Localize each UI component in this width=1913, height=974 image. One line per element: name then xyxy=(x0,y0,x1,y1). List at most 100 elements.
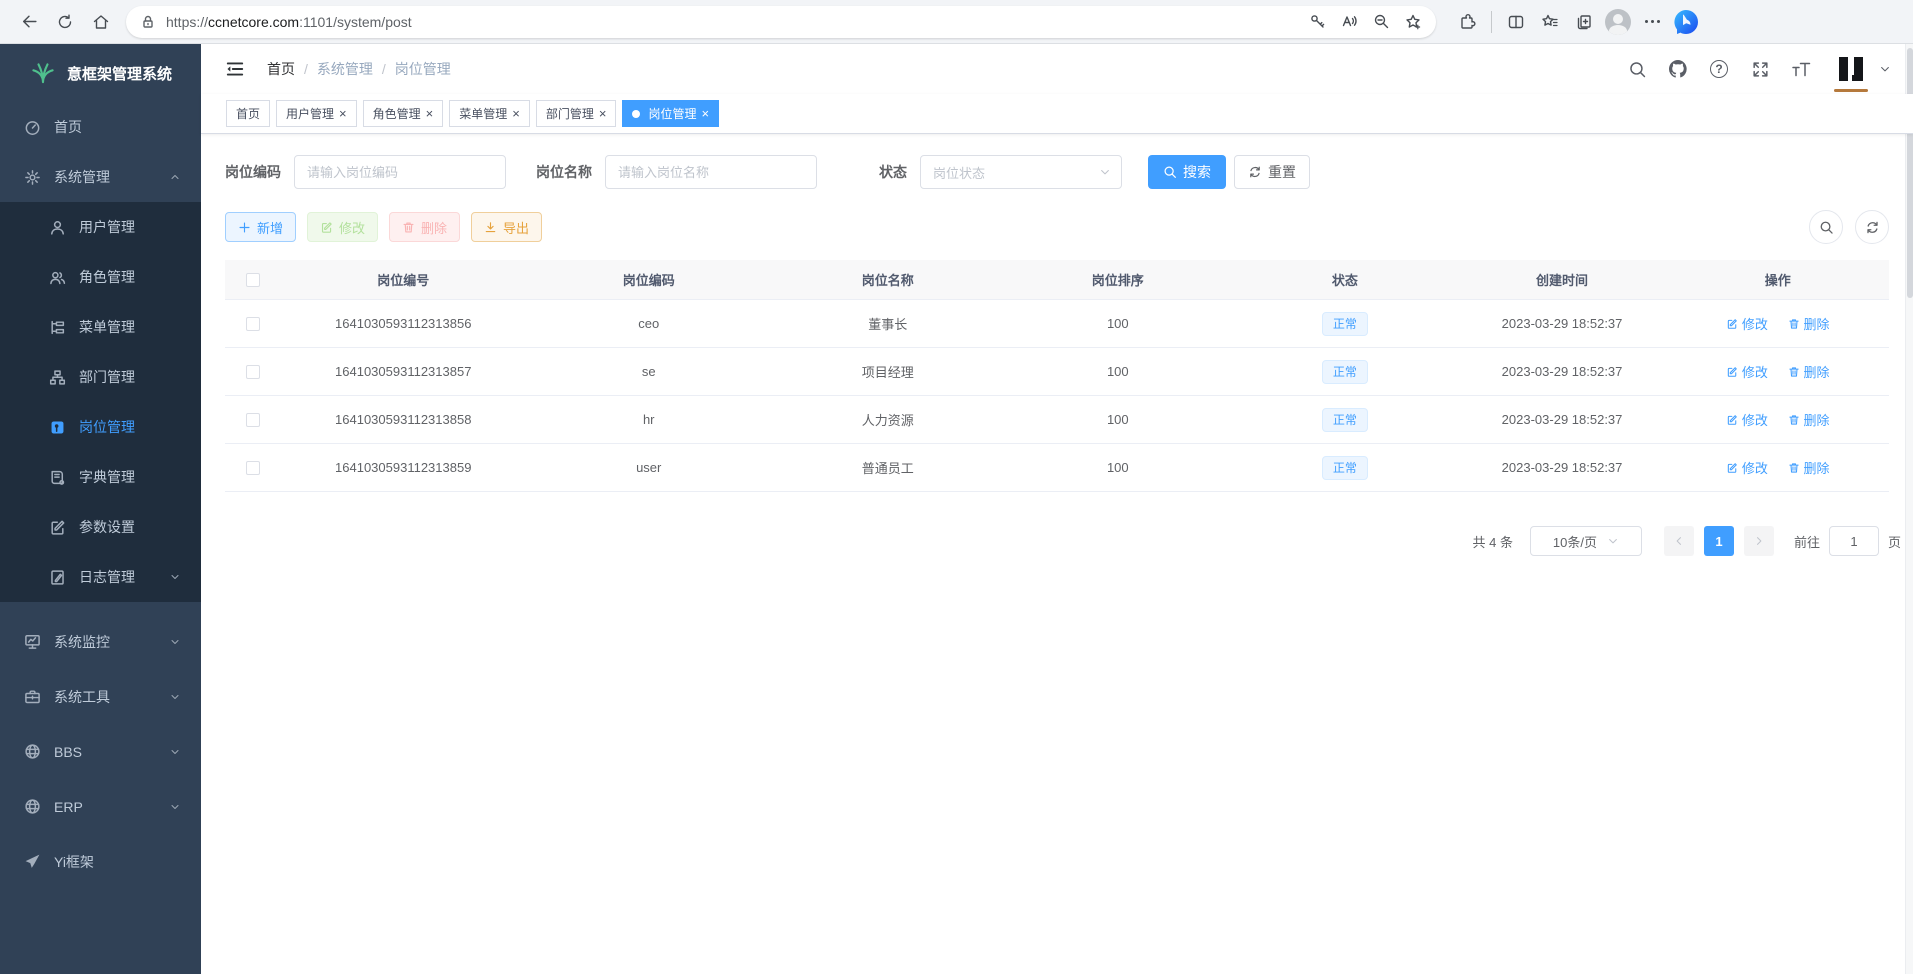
github-icon[interactable] xyxy=(1668,59,1688,79)
sidebar-item-dictionary-management[interactable]: 字典管理 xyxy=(0,452,201,502)
tab-menu-management[interactable]: 菜单管理× xyxy=(449,100,530,127)
toggle-search-button[interactable] xyxy=(1809,210,1843,244)
font-size-icon[interactable] xyxy=(1791,59,1811,79)
trash-icon xyxy=(1788,414,1800,426)
chevron-down-icon xyxy=(1099,166,1111,178)
sidebar-item-yi-framework[interactable]: Yi框架 xyxy=(0,834,201,889)
browser-home-button[interactable] xyxy=(84,5,118,39)
select-all-checkbox[interactable] xyxy=(246,273,260,287)
row-checkbox[interactable] xyxy=(246,317,260,331)
app-logo[interactable]: 意框架管理系统 xyxy=(0,44,201,102)
row-edit-link[interactable]: 修改 xyxy=(1726,458,1768,477)
sidebar-item-system-tools[interactable]: 系统工具 xyxy=(0,669,201,724)
sidebar-item-parameter-settings[interactable]: 参数设置 xyxy=(0,502,201,552)
sidebar-item-log-management[interactable]: 日志管理 xyxy=(0,552,201,602)
browser-refresh-button[interactable] xyxy=(48,5,82,39)
password-key-icon[interactable] xyxy=(1302,7,1332,37)
sidebar-item-erp[interactable]: ERP xyxy=(0,779,201,834)
toolbar-divider xyxy=(1491,11,1492,33)
row-delete-link[interactable]: 删除 xyxy=(1788,410,1830,429)
chevron-down-icon xyxy=(169,746,181,758)
browser-address-bar[interactable]: https://ccnetcore.com:1101/system/post xyxy=(126,6,1436,38)
sidebar-item-post-management[interactable]: 岗位管理 xyxy=(0,402,201,452)
split-screen-icon[interactable] xyxy=(1499,5,1533,39)
prev-page-button[interactable] xyxy=(1664,526,1694,556)
table-header-row: 岗位编号 岗位编码 岗位名称 岗位排序 状态 创建时间 操作 xyxy=(225,260,1889,300)
close-icon[interactable]: × xyxy=(339,107,347,120)
status-select[interactable]: 岗位状态 xyxy=(920,155,1122,189)
post-name-label: 岗位名称 xyxy=(536,162,592,182)
sidebar: 意框架管理系统 首页 系统管理 用户管理 角色管理 xyxy=(0,44,201,974)
tab-home[interactable]: 首页 xyxy=(226,100,270,127)
breadcrumb-home[interactable]: 首页 xyxy=(267,59,295,79)
bing-copilot-icon[interactable] xyxy=(1669,5,1703,39)
edit-icon xyxy=(320,221,333,234)
close-icon[interactable]: × xyxy=(512,107,520,120)
close-icon[interactable]: × xyxy=(426,107,434,120)
status-badge: 正常 xyxy=(1322,312,1368,336)
row-delete-link[interactable]: 删除 xyxy=(1788,362,1830,381)
sidebar-collapse-icon[interactable] xyxy=(217,51,253,87)
help-icon[interactable]: ? xyxy=(1709,59,1729,79)
row-delete-link[interactable]: 删除 xyxy=(1788,458,1830,477)
row-edit-link[interactable]: 修改 xyxy=(1726,410,1768,429)
log-icon xyxy=(49,569,66,586)
tab-post-management[interactable]: 岗位管理× xyxy=(622,100,719,127)
next-page-button[interactable] xyxy=(1744,526,1774,556)
export-button[interactable]: 导出 xyxy=(471,212,542,242)
favorites-icon[interactable] xyxy=(1533,5,1567,39)
reset-button[interactable]: 重置 xyxy=(1234,155,1310,189)
lock-icon xyxy=(140,14,156,30)
delete-button[interactable]: 删除 xyxy=(389,212,460,242)
post-code-input[interactable] xyxy=(294,155,506,189)
refresh-table-button[interactable] xyxy=(1855,210,1889,244)
sidebar-item-department-management[interactable]: 部门管理 xyxy=(0,352,201,402)
scrollbar-thumb[interactable] xyxy=(1907,48,1913,298)
add-button[interactable]: 新增 xyxy=(225,212,296,242)
gear-icon xyxy=(24,169,41,186)
row-checkbox[interactable] xyxy=(246,365,260,379)
sidebar-item-system-management[interactable]: 系统管理 xyxy=(0,152,201,202)
sidebar-item-home[interactable]: 首页 xyxy=(0,102,201,152)
post-name-input[interactable] xyxy=(605,155,817,189)
search-button[interactable]: 搜索 xyxy=(1148,155,1226,189)
read-aloud-icon[interactable] xyxy=(1334,7,1364,37)
extensions-icon[interactable] xyxy=(1450,5,1484,39)
row-edit-link[interactable]: 修改 xyxy=(1726,362,1768,381)
row-edit-link[interactable]: 修改 xyxy=(1726,314,1768,333)
user-avatar[interactable] xyxy=(1832,50,1891,88)
tab-user-management[interactable]: 用户管理× xyxy=(276,100,357,127)
row-checkbox[interactable] xyxy=(246,461,260,475)
edit-button[interactable]: 修改 xyxy=(307,212,378,242)
close-icon[interactable]: × xyxy=(701,107,709,120)
sidebar-item-role-management[interactable]: 角色管理 xyxy=(0,252,201,302)
goto-label: 前往 xyxy=(1794,532,1820,551)
row-checkbox[interactable] xyxy=(246,413,260,427)
browser-back-button[interactable] xyxy=(12,5,46,39)
close-icon[interactable]: × xyxy=(599,107,607,120)
collections-icon[interactable] xyxy=(1567,5,1601,39)
sidebar-item-user-management[interactable]: 用户管理 xyxy=(0,202,201,252)
goto-page-input[interactable] xyxy=(1829,526,1879,556)
browser-profile-avatar[interactable] xyxy=(1601,5,1635,39)
breadcrumb-system[interactable]: 系统管理 xyxy=(317,59,373,79)
tab-role-management[interactable]: 角色管理× xyxy=(363,100,444,127)
page-number-1[interactable]: 1 xyxy=(1704,526,1734,556)
page-unit-label: 页 xyxy=(1888,532,1901,551)
row-delete-link[interactable]: 删除 xyxy=(1788,314,1830,333)
header-search-icon[interactable] xyxy=(1627,59,1647,79)
scrollbar[interactable] xyxy=(1905,44,1913,974)
edit-icon xyxy=(1726,366,1738,378)
avatar-logo-image xyxy=(1832,50,1870,88)
tab-department-management[interactable]: 部门管理× xyxy=(536,100,617,127)
page-size-select[interactable]: 10条/页 xyxy=(1530,526,1642,556)
sidebar-item-bbs[interactable]: BBS xyxy=(0,724,201,779)
add-favorite-icon[interactable] xyxy=(1398,7,1428,37)
dictionary-icon xyxy=(49,469,66,486)
zoom-out-icon[interactable] xyxy=(1366,7,1396,37)
fullscreen-icon[interactable] xyxy=(1750,59,1770,79)
browser-menu-icon[interactable] xyxy=(1635,5,1669,39)
sidebar-item-system-monitor[interactable]: 系统监控 xyxy=(0,614,201,669)
sidebar-item-menu-management[interactable]: 菜单管理 xyxy=(0,302,201,352)
table-row: 1641030593112313858 hr 人力资源 100 正常 2023-… xyxy=(225,396,1889,444)
